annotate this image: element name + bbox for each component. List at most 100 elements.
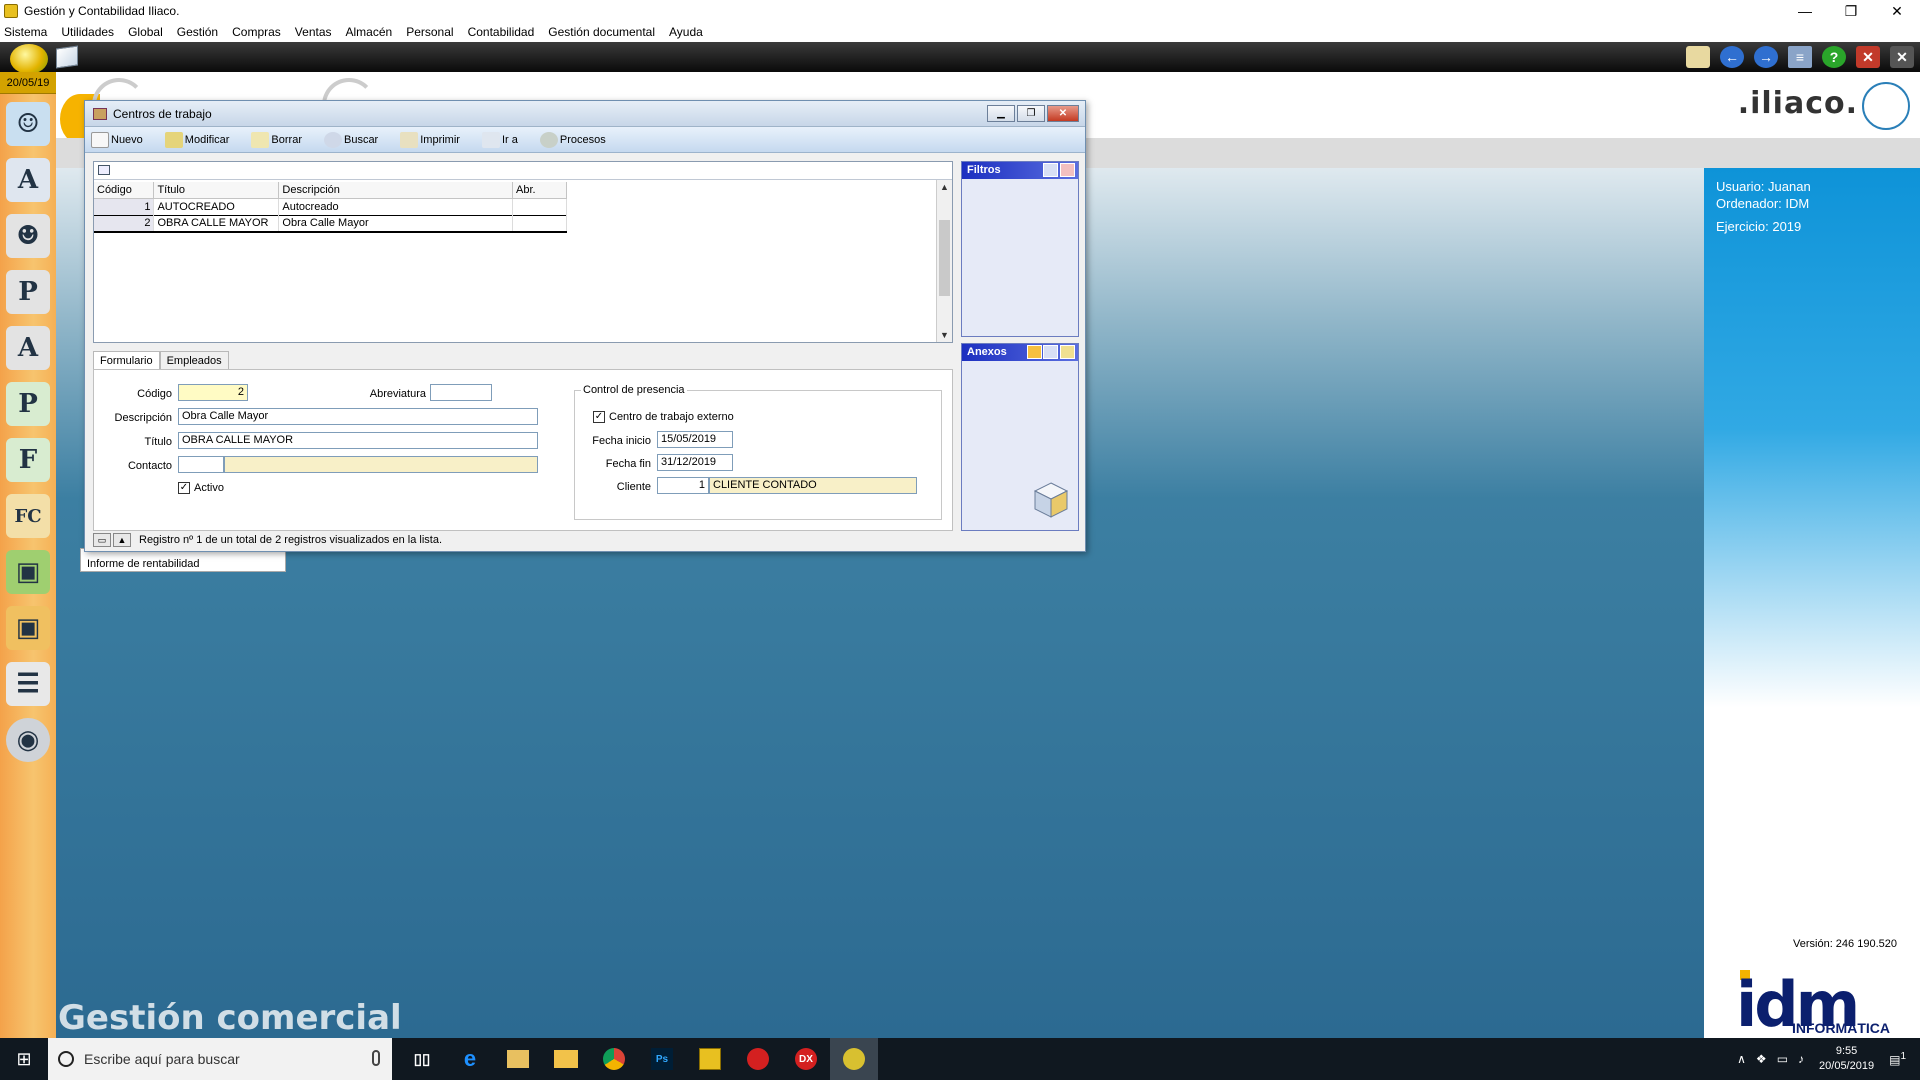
left-sidebar: 20/05/19 ☺ A ☻ P A P F FC ▣ ▣ ☰ ◉ <box>0 72 56 1038</box>
imprimir-button[interactable]: Imprimir <box>400 131 460 148</box>
descripcion-field[interactable]: Obra Calle Mayor <box>178 408 538 425</box>
externo-checkbox[interactable]: ✓ <box>593 411 605 423</box>
tray-chevron-icon[interactable]: ∧ <box>1737 1052 1746 1066</box>
table-row-selected[interactable]: 2 OBRA CALLE MAYOR Obra Calle Mayor <box>94 214 567 233</box>
microphone-icon[interactable] <box>372 1050 380 1066</box>
modificar-button[interactable]: Modificar <box>164 131 229 148</box>
taskbar-search-box[interactable]: Escribe aquí para buscar <box>48 1038 392 1080</box>
chrome-icon[interactable] <box>590 1038 638 1080</box>
grid-options-icon[interactable] <box>98 165 110 175</box>
menu-gestion-documental[interactable]: Gestión documental <box>548 25 655 39</box>
back-arrow-icon[interactable]: ← <box>1720 46 1744 68</box>
document-fc-icon[interactable]: FC <box>6 494 50 538</box>
col-header-abr[interactable]: Abr. <box>512 182 567 199</box>
photoshop-icon[interactable]: Ps <box>638 1038 686 1080</box>
buscar-button[interactable]: Buscar <box>323 131 378 148</box>
cube-icon[interactable] <box>56 45 78 69</box>
col-header-codigo[interactable]: Código <box>94 182 155 199</box>
document-f-icon[interactable]: F <box>6 438 50 482</box>
edge-icon[interactable]: e <box>446 1038 494 1080</box>
menu-gestion[interactable]: Gestión <box>177 25 218 39</box>
activo-checkbox[interactable]: ✓ <box>178 482 190 494</box>
list-icon[interactable]: ☰ <box>6 662 50 706</box>
nuevo-button[interactable]: Nuevo <box>91 131 143 148</box>
filter-close-icon[interactable] <box>1060 163 1075 177</box>
network-icon[interactable]: ▭ <box>1777 1052 1788 1066</box>
menu-contabilidad[interactable]: Contabilidad <box>468 25 535 39</box>
filter-config-icon[interactable] <box>1043 163 1058 177</box>
volume-icon[interactable]: ♪ <box>1798 1052 1804 1066</box>
user-a-icon[interactable]: A <box>6 326 50 370</box>
dialog-close-button[interactable]: ✕ <box>1047 105 1079 122</box>
titulo-field[interactable]: OBRA CALLE MAYOR <box>178 432 538 449</box>
menu-utilidades[interactable]: Utilidades <box>61 25 114 39</box>
attachment-config-icon[interactable] <box>1043 345 1058 359</box>
abreviatura-field[interactable] <box>430 384 492 401</box>
forward-arrow-icon[interactable]: → <box>1754 46 1778 68</box>
exit-icon[interactable]: ✕ <box>1890 46 1914 68</box>
articles-icon[interactable]: A <box>6 158 50 202</box>
menu-ventas[interactable]: Ventas <box>295 25 332 39</box>
ir-a-button[interactable]: Ir a <box>481 131 518 148</box>
help-icon[interactable]: ? <box>1822 46 1846 68</box>
attachment-folder-icon[interactable] <box>1060 345 1075 359</box>
dialog-maximize-button[interactable]: ❐ <box>1017 105 1045 122</box>
task-view-icon[interactable]: ▯▯ <box>398 1038 446 1080</box>
menu-almacen[interactable]: Almacén <box>346 25 393 39</box>
cliente-code-field[interactable]: 1 <box>657 477 709 494</box>
filtros-panel: Filtros <box>961 161 1079 337</box>
dialog-minimize-button[interactable]: ▁ <box>987 105 1015 122</box>
menu-ayuda[interactable]: Ayuda <box>669 25 703 39</box>
status-collapse-icon[interactable]: ▲ <box>113 533 131 547</box>
record-form: Código 2 Abreviatura Descripción Obra Ca… <box>93 369 953 531</box>
scroll-thumb[interactable] <box>939 220 950 296</box>
start-windows-icon[interactable]: ⊞ <box>0 1038 48 1080</box>
borrar-button[interactable]: Borrar <box>251 131 302 148</box>
procesos-button[interactable]: Procesos <box>539 131 606 148</box>
col-header-descripcion[interactable]: Descripción <box>278 182 514 199</box>
edit-icon <box>164 131 183 148</box>
user-p-icon[interactable]: P <box>6 270 50 314</box>
menu-global[interactable]: Global <box>128 25 163 39</box>
dropbox-icon[interactable]: ❖ <box>1756 1052 1767 1066</box>
scroll-up-icon[interactable]: ▲ <box>940 182 949 192</box>
file-explorer-icon[interactable] <box>542 1038 590 1080</box>
scroll-down-icon[interactable]: ▼ <box>940 330 949 340</box>
codigo-field[interactable]: 2 <box>178 384 248 401</box>
minimize-button[interactable]: — <box>1782 0 1828 22</box>
maximize-button[interactable]: ❐ <box>1828 0 1874 22</box>
windows-list-icon[interactable]: ≡ <box>1788 46 1812 68</box>
orange-box-icon[interactable]: ▣ <box>6 606 50 650</box>
red-app-icon[interactable] <box>734 1038 782 1080</box>
contacts-icon[interactable]: ☺ <box>6 102 50 146</box>
home-orb-icon[interactable] <box>10 44 48 74</box>
tab-empleados[interactable]: Empleados <box>159 351 229 371</box>
notifications-icon[interactable]: ▤1 <box>1889 1051 1906 1067</box>
menu-sistema[interactable]: Sistema <box>4 25 47 39</box>
mail-icon[interactable] <box>1686 46 1710 68</box>
close-window-icon[interactable]: ✕ <box>1856 46 1880 68</box>
status-keyboard-icon[interactable]: ▭ <box>93 533 111 547</box>
document-p-icon[interactable]: P <box>6 382 50 426</box>
grid-scrollbar[interactable]: ▲ ▼ <box>936 180 952 342</box>
dx-app-icon[interactable]: DX <box>782 1038 830 1080</box>
menu-personal[interactable]: Personal <box>406 25 453 39</box>
close-button[interactable]: ✕ <box>1874 0 1920 22</box>
table-row[interactable]: 1 AUTOCREADO Autocreado <box>94 198 567 215</box>
user-icon[interactable]: ☻ <box>6 214 50 258</box>
green-box-icon[interactable]: ▣ <box>6 550 50 594</box>
mail-app-icon[interactable] <box>494 1038 542 1080</box>
add-attachment-icon[interactable] <box>1027 345 1042 359</box>
col-header-titulo[interactable]: Título <box>153 182 280 199</box>
fecha-inicio-field[interactable]: 15/05/2019 <box>657 431 733 448</box>
iliaco-active-app-icon[interactable] <box>830 1038 878 1080</box>
dialog-icon <box>93 107 107 120</box>
menu-compras[interactable]: Compras <box>232 25 281 39</box>
taskbar-clock[interactable]: 9:55 20/05/2019 <box>1819 1044 1874 1074</box>
contacto-code-field[interactable] <box>178 456 224 473</box>
cell-titulo: OBRA CALLE MAYOR <box>153 214 280 233</box>
tab-formulario[interactable]: Formulario <box>93 351 160 371</box>
iliaco-app-icon[interactable] <box>686 1038 734 1080</box>
disc-icon[interactable]: ◉ <box>6 718 50 762</box>
fecha-fin-field[interactable]: 31/12/2019 <box>657 454 733 471</box>
